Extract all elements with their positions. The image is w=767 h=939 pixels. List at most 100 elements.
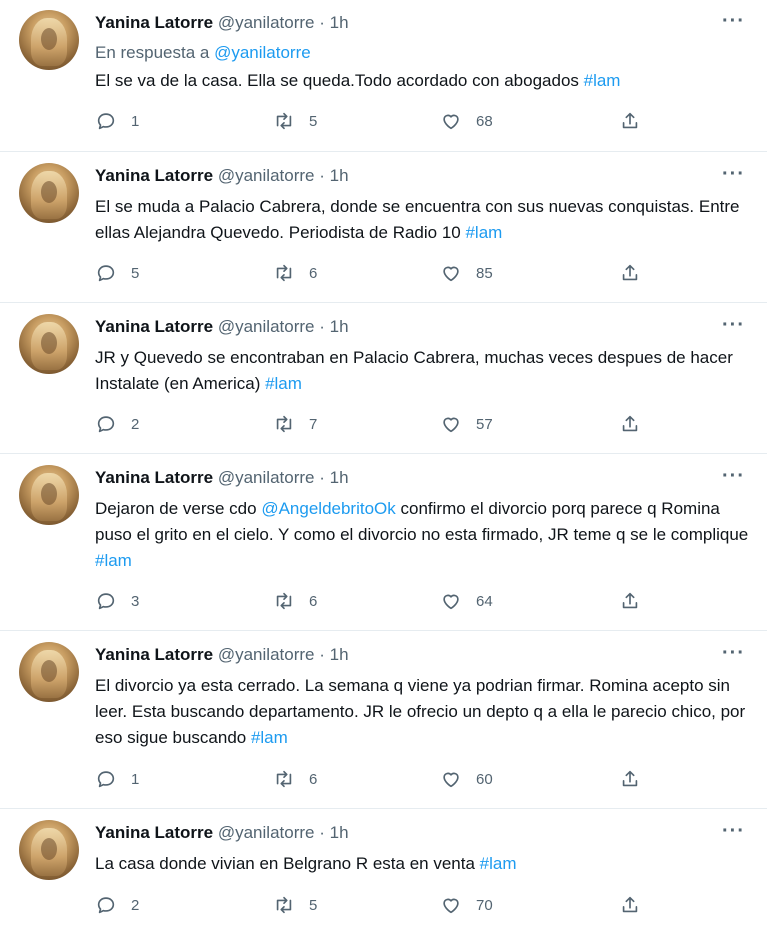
reply-mention-link[interactable]: @yanilatorre — [214, 43, 311, 62]
avatar[interactable] — [19, 314, 79, 374]
avatar[interactable] — [19, 10, 79, 70]
author-name[interactable]: Yanina Latorre — [95, 823, 213, 842]
author-name[interactable]: Yanina Latorre — [95, 317, 213, 336]
retweet-button[interactable]: 5 — [273, 894, 317, 916]
separator-dot: · — [319, 166, 325, 185]
tweet-header: Yanina Latorre @yanilatorre · 1h — [95, 316, 349, 338]
more-options-icon[interactable]: ··· — [722, 314, 745, 337]
separator-dot: · — [319, 468, 325, 487]
author-name[interactable]: Yanina Latorre — [95, 13, 213, 32]
hashtag-link[interactable]: #lam — [95, 551, 132, 570]
reply-icon — [97, 265, 115, 282]
reply-button[interactable]: 2 — [95, 894, 139, 916]
retweet-count: 6 — [309, 592, 318, 610]
tweet-time[interactable]: 1h — [330, 823, 349, 842]
like-button[interactable]: 64 — [440, 590, 493, 612]
like-count: 68 — [476, 112, 493, 130]
retweet-icon — [276, 592, 292, 610]
hashtag-link[interactable]: #lam — [265, 374, 302, 393]
more-options-icon[interactable]: ··· — [722, 465, 745, 488]
reply-button[interactable]: 1 — [95, 110, 139, 132]
share-button[interactable] — [619, 768, 641, 790]
author-handle[interactable]: @yanilatorre — [218, 645, 315, 664]
like-button[interactable]: 70 — [440, 894, 493, 916]
more-options-icon[interactable]: ··· — [722, 10, 745, 33]
tweet-time[interactable]: 1h — [330, 317, 349, 336]
like-button[interactable]: 68 — [440, 110, 493, 132]
reply-icon — [97, 416, 115, 433]
like-count: 64 — [476, 592, 493, 610]
tweet[interactable]: Yanina Latorre @yanilatorre · 1h ··· El … — [0, 632, 767, 809]
more-options-icon[interactable]: ··· — [722, 642, 745, 665]
tweet-time[interactable]: 1h — [330, 166, 349, 185]
more-options-icon[interactable]: ··· — [722, 163, 745, 186]
tweet-body: La casa donde vivian en Belgrano R esta … — [95, 854, 480, 873]
like-count: 70 — [476, 896, 493, 914]
tweet-time[interactable]: 1h — [330, 645, 349, 664]
tweet-text: El se muda a Palacio Cabrera, donde se e… — [95, 194, 755, 246]
heart-icon — [443, 417, 459, 433]
tweet[interactable]: Yanina Latorre @yanilatorre · 1h ··· En … — [0, 0, 767, 152]
heart-icon — [443, 266, 459, 282]
tweet-text: El se va de la casa. Ella se queda.Todo … — [95, 68, 755, 94]
retweet-button[interactable]: 6 — [273, 768, 317, 790]
tweet[interactable]: Yanina Latorre @yanilatorre · 1h ··· El … — [0, 153, 767, 303]
tweet-header: Yanina Latorre @yanilatorre · 1h — [95, 467, 349, 489]
reply-button[interactable]: 3 — [95, 590, 139, 612]
share-icon — [622, 415, 638, 432]
share-button[interactable] — [619, 110, 641, 132]
separator-dot: · — [319, 13, 325, 32]
share-button[interactable] — [619, 590, 641, 612]
author-handle[interactable]: @yanilatorre — [218, 317, 315, 336]
like-button[interactable]: 85 — [440, 262, 493, 284]
author-name[interactable]: Yanina Latorre — [95, 645, 213, 664]
retweet-button[interactable]: 7 — [273, 413, 317, 435]
reply-button[interactable]: 1 — [95, 768, 139, 790]
heart-icon — [443, 114, 459, 130]
avatar[interactable] — [19, 642, 79, 702]
author-handle[interactable]: @yanilatorre — [218, 468, 315, 487]
avatar[interactable] — [19, 820, 79, 880]
tweet[interactable]: Yanina Latorre @yanilatorre · 1h ··· Dej… — [0, 455, 767, 631]
avatar[interactable] — [19, 163, 79, 223]
tweet-text: El divorcio ya esta cerrado. La semana q… — [95, 673, 755, 751]
retweet-button[interactable]: 5 — [273, 110, 317, 132]
retweet-icon — [276, 264, 292, 282]
share-icon — [622, 896, 638, 913]
share-button[interactable] — [619, 894, 641, 916]
tweet-time[interactable]: 1h — [330, 13, 349, 32]
tweet-time[interactable]: 1h — [330, 468, 349, 487]
tweet[interactable]: Yanina Latorre @yanilatorre · 1h ··· La … — [0, 810, 767, 939]
share-button[interactable] — [619, 413, 641, 435]
reply-button[interactable]: 5 — [95, 262, 139, 284]
hashtag-link[interactable]: #lam — [465, 223, 502, 242]
mention-link[interactable]: @AngeldebritoOk — [261, 499, 395, 518]
author-name[interactable]: Yanina Latorre — [95, 468, 213, 487]
hashtag-link[interactable]: #lam — [480, 854, 517, 873]
author-handle[interactable]: @yanilatorre — [218, 823, 315, 842]
reply-icon — [97, 897, 115, 914]
reply-icon — [97, 593, 115, 610]
like-button[interactable]: 57 — [440, 413, 493, 435]
reply-count: 2 — [131, 896, 140, 914]
reply-count: 1 — [131, 770, 140, 788]
hashtag-link[interactable]: #lam — [584, 71, 621, 90]
avatar[interactable] — [19, 465, 79, 525]
author-handle[interactable]: @yanilatorre — [218, 13, 315, 32]
tweet-text: Dejaron de verse cdo @AngeldebritoOk con… — [95, 496, 755, 574]
reply-count: 5 — [131, 264, 140, 282]
retweet-button[interactable]: 6 — [273, 590, 317, 612]
hashtag-link[interactable]: #lam — [251, 728, 288, 747]
tweet-body: El se muda a Palacio Cabrera, donde se e… — [95, 197, 740, 242]
more-options-icon[interactable]: ··· — [722, 820, 745, 843]
retweet-icon — [276, 896, 292, 914]
author-handle[interactable]: @yanilatorre — [218, 166, 315, 185]
separator-dot: · — [319, 823, 325, 842]
retweet-button[interactable]: 6 — [273, 262, 317, 284]
tweet[interactable]: Yanina Latorre @yanilatorre · 1h ··· JR … — [0, 304, 767, 454]
author-name[interactable]: Yanina Latorre — [95, 166, 213, 185]
share-button[interactable] — [619, 262, 641, 284]
reply-button[interactable]: 2 — [95, 413, 139, 435]
tweet-header: Yanina Latorre @yanilatorre · 1h — [95, 165, 349, 187]
like-button[interactable]: 60 — [440, 768, 493, 790]
